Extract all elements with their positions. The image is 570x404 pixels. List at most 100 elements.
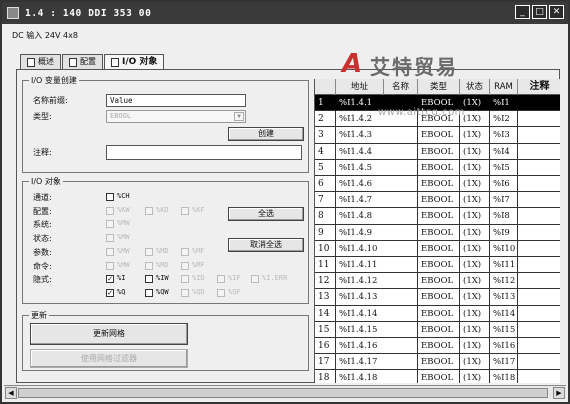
checkbox-label: %MD — [156, 260, 169, 269]
select-all-button[interactable]: 全选 — [228, 207, 304, 221]
checkbox-kw[interactable] — [106, 206, 114, 215]
comment-cell[interactable] — [518, 127, 560, 143]
checkbox-mw[interactable] — [106, 220, 114, 229]
tab-overview[interactable]: 概述 — [20, 54, 61, 69]
io-row-label: 状态: — [33, 234, 52, 244]
table-row[interactable]: 3 %I1.4.3 EBOOL (1X) %I3 — [315, 127, 560, 144]
checkbox-label: %QW — [156, 287, 169, 296]
type-cell: EBOOL — [418, 224, 460, 241]
comment-cell[interactable] — [518, 176, 560, 192]
checkbox-id[interactable] — [181, 275, 189, 284]
tab-io-objects[interactable]: I/O 对象 — [104, 54, 165, 69]
table-row[interactable]: 18 %I1.4.18 EBOOL (1X) %I18 — [315, 370, 560, 383]
checkbox-mf[interactable] — [181, 261, 189, 270]
comment-cell[interactable] — [518, 289, 560, 305]
use-filter-button[interactable]: 使用网格过滤器 — [30, 349, 188, 368]
checkbox-md[interactable] — [145, 247, 153, 256]
comment-cell[interactable] — [518, 370, 560, 383]
checkbox-q[interactable]: ✓ — [106, 288, 114, 297]
minimize-button[interactable]: _ — [515, 5, 530, 19]
column-header-index[interactable] — [315, 79, 336, 95]
comment-cell[interactable] — [518, 354, 560, 370]
table-row[interactable]: 5 %I1.4.5 EBOOL (1X) %I5 — [315, 159, 560, 176]
comment-cell[interactable] — [518, 160, 560, 176]
group-title: 更新 — [29, 310, 49, 321]
row-index-cell: 17 — [315, 354, 336, 371]
comment-cell[interactable] — [518, 111, 560, 127]
comment-input[interactable] — [106, 145, 302, 160]
comment-cell[interactable] — [518, 257, 560, 273]
table-row[interactable]: 16 %I1.4.16 EBOOL (1X) %I16 — [315, 338, 560, 355]
group-title: I/O 变量创建 — [29, 75, 79, 86]
checkbox-mw[interactable] — [106, 247, 114, 256]
comment-cell[interactable] — [518, 338, 560, 354]
checkbox-kf[interactable] — [181, 206, 189, 215]
comment-cell[interactable] — [518, 273, 560, 289]
checkbox-i[interactable]: ✓ — [106, 275, 114, 284]
checkbox-qd[interactable] — [181, 288, 189, 297]
checkbox-qw[interactable] — [145, 288, 153, 297]
checkbox-if[interactable] — [217, 275, 225, 284]
table-row[interactable]: 17 %I1.4.17 EBOOL (1X) %I17 — [315, 354, 560, 371]
table-row[interactable]: 9 %I1.4.9 EBOOL (1X) %I9 — [315, 224, 560, 241]
deselect-all-button[interactable]: 取消全选 — [228, 238, 304, 252]
type-select[interactable]: EBOOL ▼ — [106, 110, 246, 123]
comment-cell[interactable] — [518, 144, 560, 160]
comment-cell[interactable] — [518, 208, 560, 224]
table-row[interactable]: 14 %I1.4.14 EBOOL (1X) %I14 — [315, 305, 560, 322]
checkbox-mf[interactable] — [181, 247, 189, 256]
comment-cell[interactable] — [518, 241, 560, 257]
close-button[interactable]: ✕ — [549, 5, 564, 19]
checkbox-label: %MW — [117, 260, 130, 269]
address-cell: %I1.4.15 — [336, 321, 418, 338]
checkbox-ch[interactable] — [106, 193, 114, 201]
watermark-logo: A — [342, 49, 363, 79]
prefix-input[interactable]: Value — [106, 94, 246, 107]
table-row[interactable]: 11 %I1.4.11 EBOOL (1X) %I11 — [315, 257, 560, 274]
checkbox-qf[interactable] — [217, 288, 225, 297]
type-select-value: EBOOL — [110, 112, 132, 120]
checkbox-mw[interactable] — [106, 261, 114, 270]
register-cell: %I12 — [490, 273, 518, 290]
register-cell: %I13 — [490, 289, 518, 306]
tab-config[interactable]: 配置 — [62, 54, 103, 69]
maximize-button[interactable]: □ — [532, 5, 547, 19]
checkbox-md[interactable] — [145, 261, 153, 270]
table-row[interactable]: 10 %I1.4.10 EBOOL (1X) %I10 — [315, 240, 560, 257]
checkbox-iw[interactable] — [145, 275, 153, 284]
create-button[interactable]: 创建 — [228, 127, 304, 141]
row-index-cell: 3 — [315, 127, 336, 144]
comment-cell[interactable] — [518, 306, 560, 322]
checkbox-kd[interactable] — [145, 206, 153, 215]
table-row[interactable]: 4 %I1.4.4 EBOOL (1X) %I4 — [315, 143, 560, 160]
prefix-label: 名称前缀: — [33, 96, 68, 105]
table-row[interactable]: 6 %I1.4.6 EBOOL (1X) %I6 — [315, 176, 560, 193]
chevron-down-icon: ▼ — [234, 112, 244, 121]
comment-cell[interactable] — [518, 192, 560, 208]
scroll-thumb[interactable] — [18, 388, 548, 398]
table-row[interactable]: 12 %I1.4.12 EBOOL (1X) %I12 — [315, 273, 560, 290]
address-cell: %I1.4.9 — [336, 224, 418, 241]
document-icon — [111, 57, 119, 67]
table-row[interactable]: 13 %I1.4.13 EBOOL (1X) %I13 — [315, 289, 560, 306]
type-label: 类型: — [33, 112, 52, 121]
register-cell: %I10 — [490, 240, 518, 257]
row-index-cell: 5 — [315, 159, 336, 176]
scroll-right-icon[interactable]: ▶ — [553, 387, 565, 399]
checkbox-label: %MW — [117, 219, 130, 228]
io-object-window: 1.4 : 140 DDI 353 00 _ □ ✕ DC 输入 24V 4x8… — [0, 0, 570, 404]
tab-bar: 概述 配置 I/O 对象 — [20, 54, 165, 69]
table-row[interactable]: 7 %I1.4.7 EBOOL (1X) %I7 — [315, 192, 560, 209]
comment-cell[interactable] — [518, 225, 560, 241]
row-index-cell: 7 — [315, 192, 336, 209]
table-row[interactable]: 8 %I1.4.8 EBOOL (1X) %I8 — [315, 208, 560, 225]
address-cell: %I1.4.8 — [336, 208, 418, 225]
horizontal-scrollbar[interactable]: ◀ ▶ — [4, 385, 566, 399]
comment-cell[interactable] — [518, 322, 560, 338]
checkbox-ierr[interactable] — [251, 275, 259, 284]
update-grid-button[interactable]: 更新网格 — [30, 323, 188, 345]
checkbox-mw[interactable] — [106, 234, 114, 243]
scroll-left-icon[interactable]: ◀ — [5, 387, 17, 399]
table-row[interactable]: 15 %I1.4.15 EBOOL (1X) %I15 — [315, 321, 560, 338]
checkbox-label: %MD — [156, 246, 169, 255]
